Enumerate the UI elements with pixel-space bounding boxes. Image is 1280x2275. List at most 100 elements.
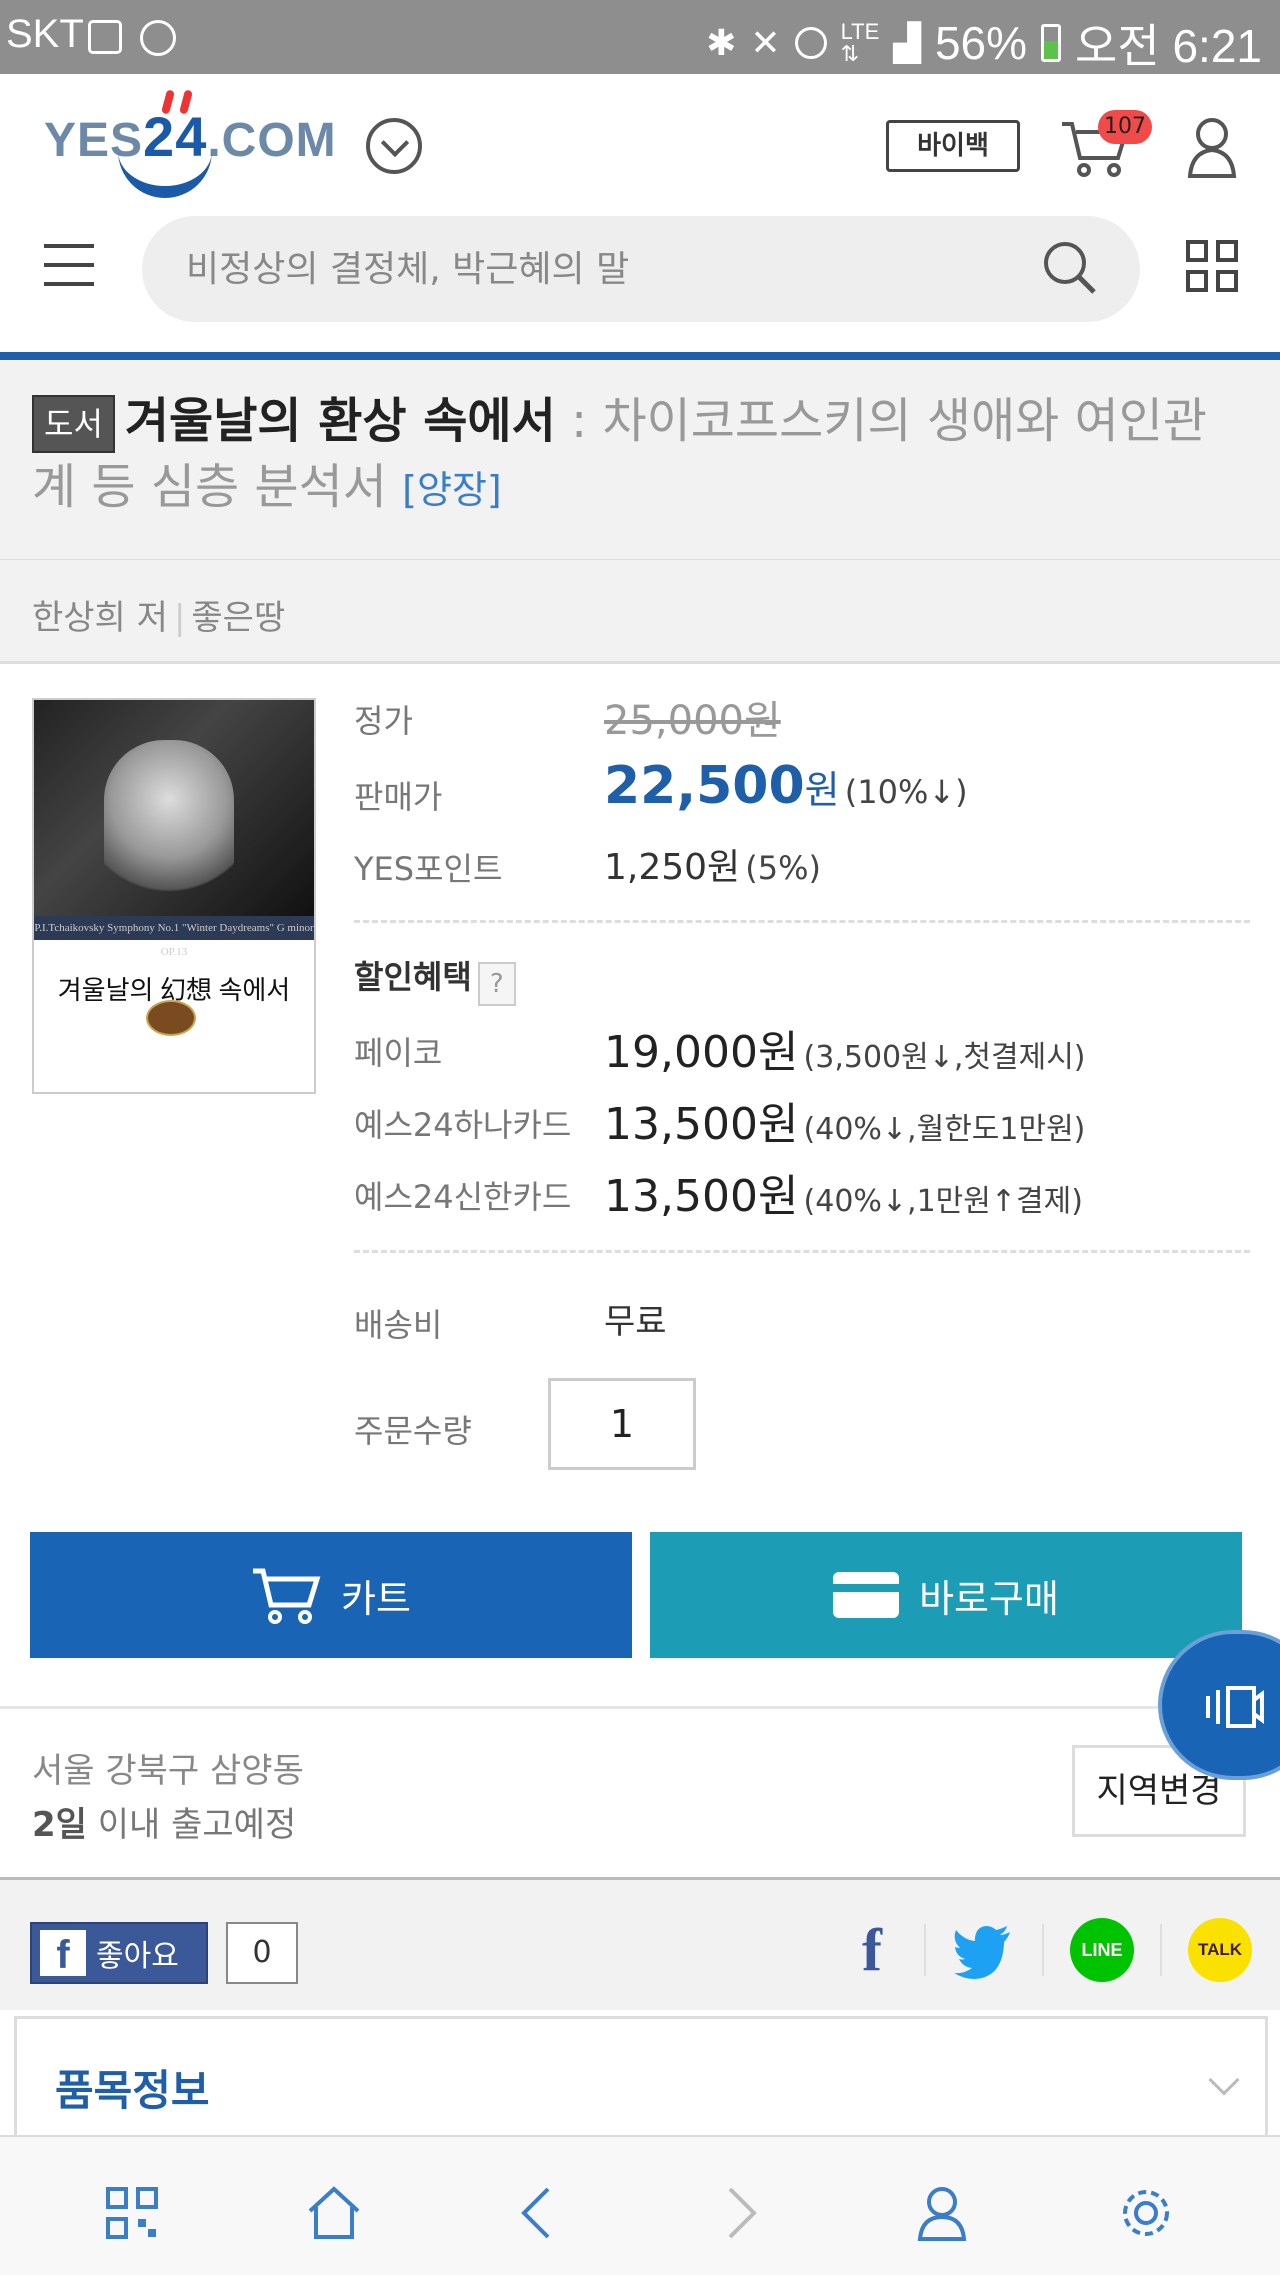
mute-icon: ✕ [750, 22, 781, 63]
credit-card-icon [833, 1572, 900, 1618]
header-divider [0, 352, 1280, 360]
header: YES24.COM 바이백 107 [0, 74, 1280, 354]
author-section: 한상희 저 | 좋은땅 [0, 560, 1280, 664]
delivery-address: 서울 강북구 삼양동 [32, 1751, 304, 1791]
benefit-note: (3,500원↓,첫결제시) [803, 1040, 1086, 1075]
buy-now-label: 바로구매 [919, 1576, 1059, 1621]
product-title-section: 도서 겨울날의 환상 속에서 : 차이코프스키의 생애와 여인관계 등 심층 분석… [0, 360, 1280, 560]
benefits-header: 할인혜택? [354, 952, 516, 1006]
cart-count-badge: 107 [1098, 110, 1152, 144]
cart-button-label: 카트 [341, 1576, 411, 1621]
divider [1160, 1924, 1162, 1976]
publisher-name[interactable]: 좋은땅 [191, 598, 285, 638]
delivery-section: 서울 강북구 삼양동 2일 이내 출고예정 지역변경 [0, 1706, 1280, 1880]
carrier-label: SKT [6, 12, 84, 56]
benefit-row: 13,500원 (40%↓,월한도1만원) [604, 1088, 1085, 1152]
search-icon[interactable] [1040, 238, 1100, 298]
book-cover-image[interactable]: P.I.Tchaikovsky Symphony No.1 "Winter Da… [32, 698, 316, 1094]
back-arrow-icon[interactable] [510, 2185, 566, 2241]
delivery-days: 2일 [32, 1805, 87, 1845]
cover-emblem [146, 1000, 196, 1036]
qr-code-icon[interactable] [104, 2185, 160, 2241]
delivery-estimate: 2일 이내 출고예정 [32, 1797, 296, 1846]
bluetooth-icon: ✱ [706, 22, 737, 63]
cover-photo [34, 700, 314, 916]
facebook-like-button[interactable]: f 좋아요 [30, 1922, 208, 1984]
like-label: 좋아요 [96, 1939, 179, 1974]
points-label: YES포인트 [354, 850, 503, 888]
help-icon[interactable]: ? [477, 961, 516, 1006]
list-price-label: 정가 [354, 702, 413, 740]
chevron-down-icon [1208, 2064, 1240, 2096]
buyback-button[interactable]: 바이백 [886, 120, 1020, 172]
alarm-clock-icon [794, 27, 827, 59]
line-icon[interactable]: LINE [1070, 1918, 1134, 1982]
logo-smile-icon [118, 144, 212, 198]
author-name[interactable]: 한상희 저 [32, 598, 168, 638]
battery-icon [1041, 24, 1062, 62]
media-icon [1206, 1686, 1264, 1728]
sale-price-label: 판매가 [354, 778, 443, 816]
hamburger-menu-icon[interactable] [44, 244, 94, 288]
alarm-icon [140, 20, 176, 56]
dashed-divider [354, 1250, 1250, 1253]
quantity-label: 주문수량 [354, 1412, 472, 1450]
search-bar [142, 216, 1140, 322]
benefit-note: (40%↓,1만원↑결제) [803, 1184, 1083, 1219]
delivery-days-text: 이내 출고예정 [86, 1805, 297, 1845]
benefit-row: 13,500원 (40%↓,1만원↑결제) [604, 1160, 1083, 1224]
shipping-value: 무료 [604, 1302, 667, 1342]
divider [924, 1924, 926, 1976]
benefit-price: 13,500원 [604, 1171, 799, 1222]
benefit-price: 13,500원 [604, 1099, 799, 1150]
benefit-label: 예스24하나카드 [354, 1106, 572, 1144]
sale-price-unit: 원 [804, 768, 840, 812]
buy-now-button[interactable]: 바로구매 [650, 1532, 1242, 1658]
gallery-icon [88, 20, 122, 58]
twitter-icon[interactable] [952, 1918, 1016, 1982]
social-section: f 좋아요 0 f LINE TALK [0, 1880, 1280, 2010]
category-tag: 도서 [32, 395, 115, 453]
lte-icon: LTE ⇅ [840, 19, 880, 66]
list-price-value: 25,000원 [604, 698, 781, 744]
binding-label: [양장] [402, 468, 502, 512]
shipping-label: 배송비 [354, 1306, 443, 1344]
kakaotalk-icon[interactable]: TALK [1188, 1918, 1252, 1982]
dashed-divider [354, 920, 1250, 923]
like-count: 0 [226, 1922, 298, 1984]
chevron-down-icon[interactable] [366, 118, 422, 174]
sale-price-block: 22,500원 (10%↓) [604, 756, 968, 816]
benefit-label: 페이코 [354, 1034, 443, 1072]
search-input[interactable] [186, 216, 1026, 322]
benefit-row: 19,000원 (3,500원↓,첫결제시) [604, 1016, 1086, 1080]
facebook-icon: f [40, 1930, 86, 1977]
benefit-label: 예스24신한카드 [354, 1178, 572, 1216]
author-separator: | [173, 598, 186, 638]
points-value: 1,250원 [604, 847, 741, 888]
cover-strip-text: P.I.Tchaikovsky Symphony No.1 "Winter Da… [34, 916, 314, 958]
status-right: ✱ ✕ LTE ⇅ ▟ 56% 오전 6:21 [706, 10, 1262, 76]
user-icon[interactable] [1186, 114, 1238, 180]
benefit-note: (40%↓,월한도1만원) [803, 1112, 1086, 1147]
my-account-icon[interactable] [914, 2185, 970, 2241]
product-title: 겨울날의 환상 속에서 [124, 393, 556, 449]
author-line: 한상희 저 | 좋은땅 [32, 590, 285, 639]
facebook-share-icon[interactable]: f [840, 1918, 904, 1982]
battery-percent: 56% [934, 17, 1028, 69]
signal-icon: ▟ [893, 22, 921, 63]
grid-menu-icon[interactable] [1186, 240, 1240, 294]
forward-arrow-icon[interactable] [712, 2185, 768, 2241]
quantity-input[interactable]: 1 [548, 1378, 696, 1470]
time-label: 오전 6:21 [1075, 20, 1262, 72]
points-block: 1,250원 (5%) [604, 838, 821, 890]
sale-price-value: 22,500 [604, 756, 805, 816]
home-icon[interactable] [306, 2185, 362, 2241]
logo-text-com: .COM [207, 114, 337, 167]
settings-gear-icon[interactable] [1118, 2185, 1174, 2241]
divider [1042, 1924, 1044, 1976]
item-info-label: 품목정보 [55, 2066, 210, 2115]
sale-discount: (10%↓) [844, 773, 968, 811]
benefit-price: 19,000원 [604, 1027, 799, 1078]
add-to-cart-button[interactable]: 카트 [30, 1532, 632, 1658]
cart-icon [253, 1568, 321, 1624]
